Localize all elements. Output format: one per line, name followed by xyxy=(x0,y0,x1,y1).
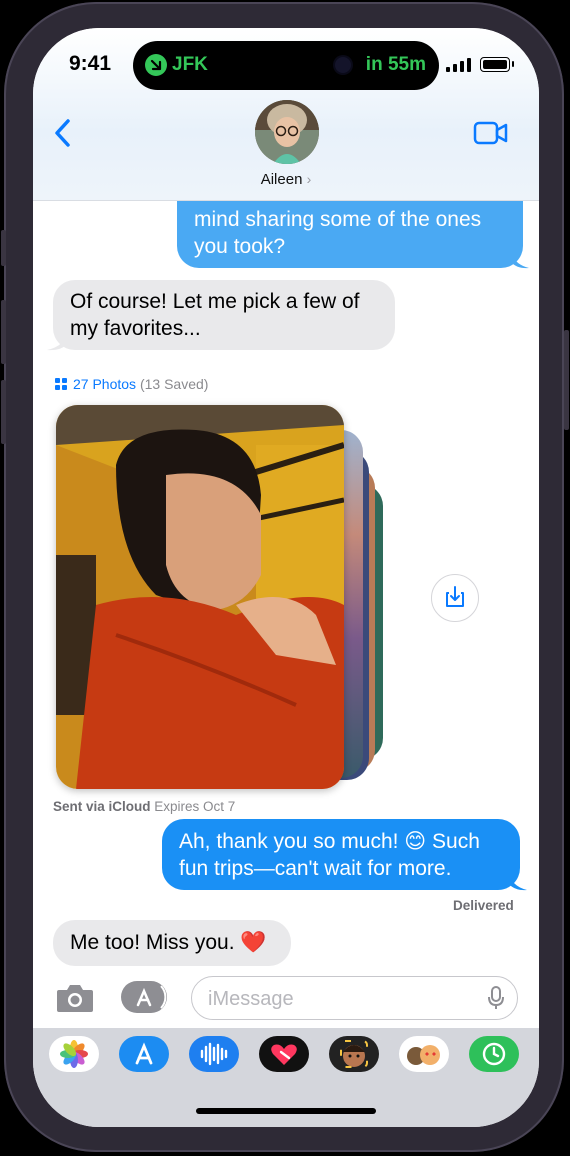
digital-touch-app-icon[interactable] xyxy=(259,1036,309,1072)
apps-button[interactable] xyxy=(121,981,167,1013)
contact-name[interactable]: Aileen › xyxy=(33,171,539,188)
facetime-video-icon[interactable] xyxy=(473,120,509,146)
home-indicator[interactable] xyxy=(196,1108,376,1114)
shared-photo[interactable] xyxy=(56,405,344,789)
contact-avatar[interactable] xyxy=(255,100,319,164)
icloud-link-meta: Sent via iCloud Expires Oct 7 xyxy=(53,799,235,814)
photo-grid-icon xyxy=(55,378,67,390)
battery-icon xyxy=(480,57,514,72)
download-icon xyxy=(446,586,464,607)
status-bar: 9:41 JFK in 55m xyxy=(33,28,539,98)
audio-app-icon[interactable] xyxy=(189,1036,239,1072)
delivered-status: Delivered xyxy=(453,898,514,913)
delivered-label: Delivered xyxy=(453,898,514,913)
live-activity-eta: in 55m xyxy=(365,54,426,75)
status-time: 9:41 xyxy=(69,52,112,75)
save-photos-button[interactable] xyxy=(431,574,479,622)
dynamic-island[interactable]: JFK in 55m xyxy=(133,41,439,90)
photos-count: 27 Photos xyxy=(73,376,137,392)
outgoing-message[interactable]: Ah, thank you so much! 😊 Such fun trips—… xyxy=(162,819,520,890)
bubble-tail xyxy=(47,332,67,351)
conversation-header: 9:41 JFK in 55m Aileen › xyxy=(33,28,539,201)
expires-label: Expires Oct 7 xyxy=(154,799,236,814)
front-camera xyxy=(335,57,351,73)
cellular-signal-icon xyxy=(446,58,471,72)
app-store-app-icon[interactable] xyxy=(119,1036,169,1072)
contact-name-label: Aileen xyxy=(260,171,303,188)
photos-saved-count: (13 Saved) xyxy=(139,376,209,392)
bubble-tail xyxy=(511,250,529,269)
app-store-icon xyxy=(136,985,167,1009)
side-button xyxy=(564,330,569,430)
message-line: mind sharing some of the ones xyxy=(194,208,482,231)
live-activity-destination: JFK xyxy=(172,54,208,75)
memoji-stickers-app-icon[interactable] xyxy=(399,1036,449,1072)
memoji-app-icon[interactable] xyxy=(329,1036,379,1072)
message-line: you took? xyxy=(194,235,286,258)
volume-down-button xyxy=(1,380,6,444)
screen: 9:41 JFK in 55m Aileen › mind sharing so… xyxy=(33,28,539,1127)
photos-app-icon[interactable] xyxy=(49,1036,99,1072)
action-button xyxy=(1,230,6,266)
back-chevron-icon[interactable] xyxy=(53,118,73,148)
app-drawer xyxy=(33,1028,539,1127)
message-text: Of course! Let me pick a few of my favor… xyxy=(70,290,360,340)
incoming-message[interactable]: Of course! Let me pick a few of my favor… xyxy=(53,280,395,350)
message-text: Me too! Miss you. ❤️ xyxy=(70,931,267,954)
chevron-right-icon: › xyxy=(306,171,312,187)
microphone-icon[interactable] xyxy=(488,986,504,1010)
sent-via-label: Sent via iCloud xyxy=(53,799,151,814)
find-my-app-icon[interactable] xyxy=(469,1036,519,1072)
message-input[interactable]: iMessage xyxy=(191,976,518,1020)
camera-icon[interactable] xyxy=(55,982,95,1014)
incoming-message[interactable]: Me too! Miss you. ❤️ xyxy=(53,920,291,966)
volume-up-button xyxy=(1,300,6,364)
message-text: Ah, thank you so much! 😊 Such fun trips—… xyxy=(179,830,480,880)
shared-photos-label[interactable]: 27 Photos (13 Saved) xyxy=(55,376,208,392)
flight-arrow-icon xyxy=(145,54,167,76)
bubble-tail xyxy=(509,872,527,891)
